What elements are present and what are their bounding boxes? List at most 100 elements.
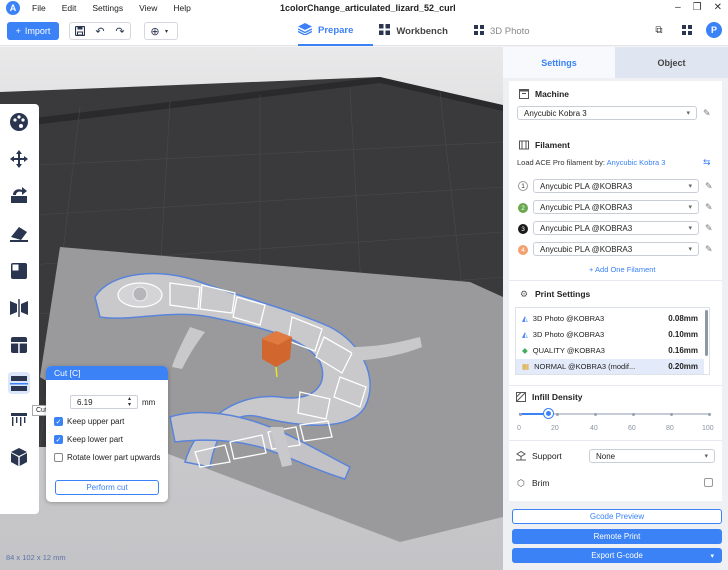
filament-1-select[interactable]: Anycubic PLA @KOBRA3 ▾	[533, 179, 699, 193]
split-tool[interactable]	[8, 334, 30, 356]
print-setting-row[interactable]: ◭ 3D Photo @KOBRA3 0.10mm	[516, 327, 704, 342]
restore-icon[interactable]: ❐	[693, 2, 702, 13]
rotate-tool[interactable]	[8, 184, 30, 206]
print-settings-section-title: ⚙ Print Settings	[519, 289, 590, 300]
sync-filament-icon[interactable]: ⇆	[703, 157, 711, 168]
file-history-group: ↶ ↷	[69, 22, 131, 40]
move-icon	[10, 150, 28, 168]
keep-upper-checkbox[interactable]: ✓	[54, 417, 63, 426]
edit-icon[interactable]: ✎	[705, 223, 713, 234]
add-filament-link[interactable]: + Add One Filament	[589, 265, 656, 274]
edit-icon[interactable]: ✎	[705, 181, 713, 192]
brim-row: ⬡ Brim	[516, 478, 549, 489]
print-setting-value: 0.16mm	[668, 346, 698, 355]
print-setting-value: 0.10mm	[668, 330, 698, 339]
keep-lower-checkbox[interactable]: ✓	[54, 435, 63, 444]
avatar[interactable]: P	[706, 22, 722, 38]
edit-icon[interactable]: ✎	[705, 244, 713, 255]
load-ace-link[interactable]: Anycubic Kobra 3	[607, 158, 666, 167]
menu-edit[interactable]: Edit	[62, 3, 77, 13]
slider-tick	[594, 412, 597, 416]
print-setting-row[interactable]: ◆ QUALITY @KOBRA3 0.16mm	[516, 343, 704, 358]
filament-4-select[interactable]: Anycubic PLA @KOBRA3 ▾	[533, 242, 699, 256]
infill-tick-label: 80	[666, 425, 674, 432]
keep-upper-label: Keep upper part	[67, 417, 125, 426]
filament-2-name: Anycubic PLA @KOBRA3	[540, 202, 633, 212]
machine-select[interactable]: Anycubic Kobra 3 ▾	[517, 106, 697, 120]
save-icon[interactable]	[70, 23, 90, 39]
menu-settings[interactable]: Settings	[92, 3, 123, 13]
tab-object[interactable]: Object	[615, 47, 728, 78]
print-setting-name: 3D Photo @KOBRA3	[532, 314, 605, 323]
support-row: Support	[516, 451, 562, 461]
machine-icon	[519, 89, 529, 99]
tab-3d-photo-label: 3D Photo	[489, 25, 530, 37]
stepper-icon[interactable]: ▴ ▾	[128, 396, 131, 408]
toolbar-right: ⧉ P	[650, 21, 722, 39]
tab-workbench[interactable]: Workbench	[379, 16, 468, 46]
support-value: None	[596, 451, 616, 461]
scrollbar[interactable]	[705, 310, 708, 356]
profile-icon: ◭	[522, 330, 528, 339]
chevron-down-icon: ▾	[688, 183, 692, 190]
menu-help[interactable]: Help	[173, 3, 190, 13]
paint-tool[interactable]	[8, 111, 30, 133]
filament-4-name: Anycubic PLA @KOBRA3	[540, 244, 633, 254]
keep-lower-row[interactable]: ✓ Keep lower part	[54, 435, 123, 444]
menu-file[interactable]: File	[32, 3, 46, 13]
filament-2-select[interactable]: Anycubic PLA @KOBRA3 ▾	[533, 200, 699, 214]
cut-dialog: Cut [C] 6.19 ▴ ▾ mm ✓ Keep upper part ✓ K…	[46, 366, 168, 502]
lay-on-face-tool[interactable]	[8, 222, 30, 244]
measure-tool[interactable]	[8, 408, 30, 430]
assembly-tool[interactable]	[8, 446, 30, 468]
quality-icon: ◆	[522, 346, 528, 355]
menu-view[interactable]: View	[139, 3, 157, 13]
mirror-tool[interactable]	[8, 297, 30, 319]
edit-icon[interactable]: ✎	[703, 108, 711, 119]
infill-slider[interactable]	[519, 409, 711, 418]
gcode-preview-button[interactable]: Gcode Preview	[512, 509, 722, 524]
slider-tick	[556, 412, 559, 416]
keep-upper-row[interactable]: ✓ Keep upper part	[54, 417, 124, 426]
print-setting-row-selected[interactable]: ▦ NORMAL @KOBRA3 (modif... 0.20mm	[516, 359, 704, 374]
filament-3-select[interactable]: Anycubic PLA @KOBRA3 ▾	[533, 221, 699, 235]
minimize-icon[interactable]: –	[675, 2, 681, 13]
perform-cut-button[interactable]: Perform cut	[55, 480, 159, 495]
rotate-lower-checkbox[interactable]	[54, 453, 63, 462]
split-icon	[11, 337, 27, 353]
remote-print-button[interactable]: Remote Print	[512, 529, 722, 544]
apps-icon[interactable]	[678, 21, 696, 39]
left-toolbar	[0, 104, 39, 514]
scale-icon	[11, 263, 27, 279]
machine-value: Anycubic Kobra 3	[524, 108, 587, 118]
export-gcode-button[interactable]: Export G-code ▾	[512, 548, 722, 563]
document-title: 1colorChange_articulated_lizard_52_curl	[280, 3, 456, 13]
scale-tool[interactable]	[8, 260, 30, 282]
move-tool[interactable]	[8, 148, 30, 170]
view-dropdown[interactable]: ⊕ ▾	[144, 22, 178, 40]
redo-icon[interactable]: ↷	[110, 23, 130, 39]
cut-tool[interactable]	[8, 372, 30, 394]
infill-slider-knob[interactable]	[544, 409, 553, 418]
tab-settings[interactable]: Settings	[503, 47, 615, 78]
tab-prepare[interactable]: Prepare	[297, 16, 374, 46]
cut-height-input[interactable]: 6.19 ▴ ▾	[70, 395, 138, 409]
support-select[interactable]: None ▾	[589, 449, 715, 463]
load-ace-label: Load ACE Pro filament by:	[517, 158, 605, 167]
chevron-down-icon[interactable]: ▾	[710, 552, 714, 560]
model-dimensions: 84 x 102 x 12 mm	[6, 553, 66, 562]
brim-checkbox[interactable]	[704, 478, 713, 487]
keep-lower-label: Keep lower part	[67, 435, 124, 444]
undo-icon[interactable]: ↶	[90, 23, 110, 39]
chevron-down-icon: ▾	[165, 28, 169, 35]
edit-icon[interactable]: ✎	[705, 202, 713, 213]
tab-3d-photo[interactable]: 3D Photo	[473, 16, 550, 46]
close-icon[interactable]: ✕	[714, 2, 722, 13]
external-link-icon[interactable]: ⧉	[650, 21, 668, 39]
slider-tick	[670, 412, 673, 416]
infill-icon	[516, 392, 526, 402]
filament-3-number: 3	[518, 224, 528, 234]
print-setting-row[interactable]: ◭ 3D Photo @KOBRA3 0.08mm	[516, 311, 704, 326]
rotate-lower-row[interactable]: Rotate lower part upwards	[54, 453, 160, 462]
import-button[interactable]: + Import	[7, 22, 59, 40]
